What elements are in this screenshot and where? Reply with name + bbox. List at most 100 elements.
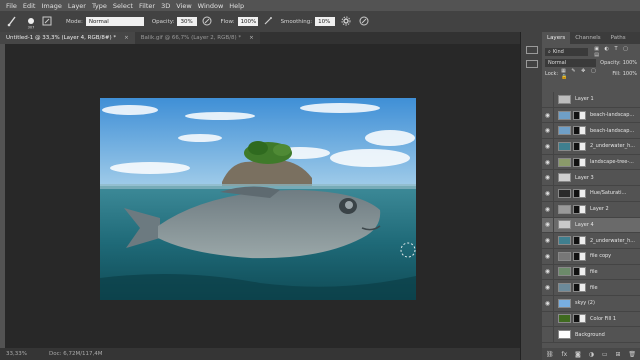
menu-type[interactable]: Type: [92, 2, 107, 10]
layer-thumbnail[interactable]: [558, 157, 571, 167]
layer-row[interactable]: ◉ Hue/Saturati...: [542, 185, 640, 202]
visibility-toggle[interactable]: ◉: [542, 107, 554, 123]
tab-channels[interactable]: Channels: [570, 32, 605, 44]
layer-row[interactable]: ◉ Layer 2: [542, 201, 640, 218]
visibility-toggle[interactable]: [542, 91, 554, 107]
layer-thumbnail[interactable]: [558, 298, 571, 308]
menu-help[interactable]: Help: [229, 2, 244, 10]
layer-mask-thumbnail[interactable]: [573, 141, 586, 151]
layer-thumbnail[interactable]: [558, 314, 571, 324]
menu-filter[interactable]: Filter: [139, 2, 155, 10]
history-icon[interactable]: [526, 46, 538, 54]
layer-row[interactable]: ◉ file: [542, 280, 640, 296]
link-icon[interactable]: ⛓: [546, 351, 554, 358]
layer-row[interactable]: ◉ 2_underwater_h...: [542, 138, 640, 155]
layer-row[interactable]: ◉ 2_underwater_h...: [542, 233, 640, 249]
close-icon[interactable]: ×: [249, 35, 254, 41]
menu-edit[interactable]: Edit: [23, 2, 36, 10]
mode-select[interactable]: Normal: [85, 17, 144, 26]
brush-tool-icon[interactable]: [6, 15, 18, 29]
layer-thumbnail[interactable]: [558, 173, 571, 183]
menu-layer[interactable]: Layer: [68, 2, 86, 10]
filter-icons[interactable]: ▣ ◐ T ▢ ▤: [594, 46, 637, 58]
layer-thumbnail[interactable]: [558, 204, 571, 214]
layer-thumbnail[interactable]: [558, 220, 571, 230]
tab-layers[interactable]: Layers: [542, 32, 571, 44]
layer-mask-thumbnail[interactable]: [573, 314, 586, 324]
visibility-toggle[interactable]: ◉: [542, 170, 554, 186]
menu-file[interactable]: File: [6, 2, 17, 10]
visibility-toggle[interactable]: ◉: [542, 201, 554, 217]
layer-row[interactable]: ◉ landscape-tree-...: [542, 154, 640, 171]
visibility-toggle[interactable]: ◉: [542, 295, 554, 311]
adjustment-icon[interactable]: ◑: [589, 351, 594, 358]
layer-thumbnail[interactable]: [558, 110, 571, 120]
layer-thumbnail[interactable]: [558, 283, 571, 293]
smoothing-input[interactable]: 10%: [315, 17, 336, 26]
visibility-toggle[interactable]: [542, 327, 554, 343]
layer-thumbnail[interactable]: [558, 126, 571, 136]
brush-preset-icon[interactable]: 307: [24, 15, 38, 29]
menu-select[interactable]: Select: [113, 2, 133, 10]
layer-row[interactable]: Background: [542, 327, 640, 343]
visibility-toggle[interactable]: ◉: [542, 138, 554, 154]
layer-row[interactable]: ◉ skyy (2): [542, 295, 640, 312]
visibility-toggle[interactable]: ◉: [542, 248, 554, 264]
visibility-toggle[interactable]: ◉: [542, 233, 554, 249]
layer-mask-thumbnail[interactable]: [573, 126, 586, 136]
folder-icon[interactable]: ▭: [602, 351, 608, 358]
kind-filter-select[interactable]: ⌕ Kind: [545, 47, 589, 56]
layer-row[interactable]: Layer 1: [542, 91, 640, 108]
layer-mask-thumbnail[interactable]: [573, 251, 586, 261]
layer-mask-thumbnail[interactable]: [573, 283, 586, 293]
layer-thumbnail[interactable]: [558, 251, 571, 261]
menu-image[interactable]: Image: [41, 2, 61, 10]
visibility-toggle[interactable]: ◉: [542, 217, 554, 233]
zoom-level[interactable]: 33,33%: [6, 351, 27, 357]
airbrush-icon[interactable]: [263, 16, 273, 28]
new-layer-icon[interactable]: ⊞: [615, 351, 620, 358]
layer-thumbnail[interactable]: [558, 141, 571, 151]
blend-mode-select[interactable]: Normal: [545, 58, 597, 67]
visibility-toggle[interactable]: ◉: [542, 264, 554, 280]
fill-value[interactable]: 100%: [623, 71, 637, 77]
layer-row[interactable]: ◉ beach-landscap...: [542, 107, 640, 124]
layer-row[interactable]: Color Fill 1: [542, 311, 640, 328]
visibility-toggle[interactable]: ◉: [542, 185, 554, 201]
pressure-size-icon[interactable]: [359, 16, 369, 28]
visibility-toggle[interactable]: ◉: [542, 280, 554, 296]
opacity-input[interactable]: 30%: [177, 17, 198, 26]
trash-icon[interactable]: 🗑: [628, 351, 636, 358]
layer-row[interactable]: ◉ Layer 4: [542, 217, 640, 234]
layer-mask-thumbnail[interactable]: [573, 157, 586, 167]
visibility-toggle[interactable]: ◉: [542, 123, 554, 139]
menu-window[interactable]: Window: [198, 2, 224, 10]
layer-thumbnail[interactable]: [558, 188, 571, 198]
lock-icons[interactable]: ▦ ✎ ✥ ▢ 🔒: [561, 68, 608, 80]
layer-mask-thumbnail[interactable]: [573, 236, 586, 246]
properties-icon[interactable]: [526, 60, 538, 68]
flow-input[interactable]: 100%: [237, 17, 258, 26]
visibility-toggle[interactable]: [542, 311, 554, 327]
layer-thumbnail[interactable]: [558, 267, 571, 277]
close-icon[interactable]: ×: [124, 35, 129, 41]
layer-mask-thumbnail[interactable]: [573, 188, 586, 198]
layer-row[interactable]: ◉ file: [542, 264, 640, 281]
layer-thumbnail[interactable]: [558, 94, 571, 104]
tab-untitled-1[interactable]: Untitled-1 @ 33,3% (Layer 4, RGB/8#) * ×: [0, 32, 135, 44]
document-canvas[interactable]: [100, 98, 416, 300]
doc-size[interactable]: Doc: 6,72M/117,4M: [49, 351, 103, 357]
gear-icon[interactable]: [341, 16, 351, 28]
layer-row[interactable]: ◉ file copy: [542, 248, 640, 265]
visibility-toggle[interactable]: ◉: [542, 154, 554, 170]
pressure-opacity-icon[interactable]: [202, 16, 212, 28]
tab-balik[interactable]: Balik.gif @ 66,7% (Layer 2, RGB/8) * ×: [134, 32, 260, 44]
menu-view[interactable]: View: [176, 2, 191, 10]
layer-row[interactable]: ◉ beach-landscap...: [542, 123, 640, 140]
fx-icon[interactable]: fx: [561, 351, 567, 358]
brush-settings-icon[interactable]: [42, 16, 52, 28]
opacity-value[interactable]: 100%: [623, 60, 637, 66]
layer-thumbnail[interactable]: [558, 330, 571, 340]
menu-3d[interactable]: 3D: [161, 2, 170, 10]
layer-thumbnail[interactable]: [558, 236, 571, 246]
